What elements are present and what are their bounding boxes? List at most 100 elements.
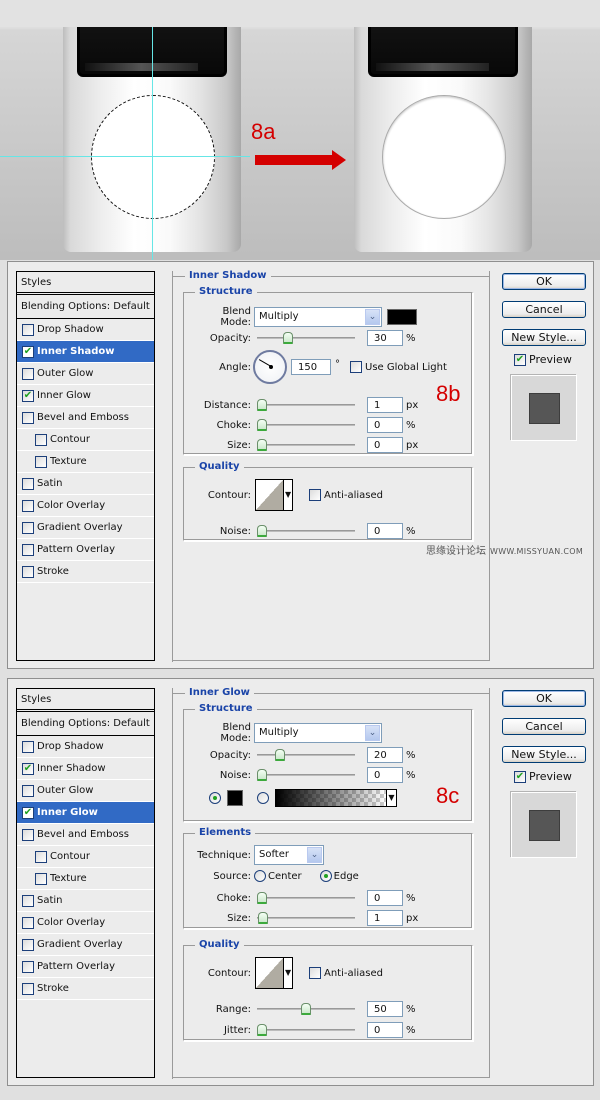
style-checkbox[interactable] — [22, 938, 34, 951]
style-item-pattern-overlay[interactable]: Pattern Overlay — [17, 956, 154, 978]
size-slider[interactable] — [257, 439, 355, 451]
style-checkbox[interactable] — [35, 433, 47, 446]
jitter-input[interactable]: 0 — [367, 1022, 403, 1038]
style-item-pattern-overlay[interactable]: Pattern Overlay — [17, 539, 154, 561]
distance-slider[interactable] — [257, 399, 355, 411]
style-item-drop-shadow[interactable]: Drop Shadow — [17, 736, 154, 758]
blend-mode-select[interactable]: Multiply ⌄ — [254, 723, 382, 743]
cancel-button[interactable]: Cancel — [502, 301, 586, 318]
blending-options-item[interactable]: Blending Options: Default — [17, 295, 154, 319]
style-checkbox[interactable]: ✔ — [22, 389, 34, 402]
angle-dial[interactable] — [253, 350, 287, 384]
slider-thumb[interactable] — [257, 439, 267, 451]
cancel-button[interactable]: Cancel — [502, 718, 586, 735]
slider-thumb[interactable] — [257, 525, 267, 537]
style-checkbox[interactable] — [22, 411, 34, 424]
style-checkbox[interactable] — [22, 543, 34, 556]
blending-options-item[interactable]: Blending Options: Default — [17, 712, 154, 736]
choke-slider[interactable] — [257, 892, 355, 904]
style-item-contour[interactable]: Contour — [17, 429, 154, 451]
range-slider[interactable] — [257, 1003, 355, 1015]
noise-input[interactable]: 0 — [367, 767, 403, 783]
style-item-bevel-and-emboss[interactable]: Bevel and Emboss — [17, 407, 154, 429]
style-checkbox[interactable] — [35, 872, 47, 885]
style-checkbox[interactable]: ✔ — [22, 806, 34, 819]
glow-color-swatch[interactable] — [227, 790, 243, 806]
slider-thumb[interactable] — [257, 1024, 267, 1036]
contour-picker[interactable]: ▼ — [255, 479, 293, 511]
glow-gradient-picker[interactable]: ▼ — [275, 789, 397, 807]
style-item-stroke[interactable]: Stroke — [17, 978, 154, 1000]
new-style-button[interactable]: New Style... — [502, 329, 586, 346]
style-checkbox[interactable] — [35, 455, 47, 468]
style-item-inner-glow[interactable]: ✔ Inner Glow — [17, 385, 154, 407]
choke-slider[interactable] — [257, 419, 355, 431]
noise-slider[interactable] — [257, 769, 355, 781]
style-item-outer-glow[interactable]: Outer Glow — [17, 363, 154, 385]
style-checkbox[interactable] — [22, 784, 34, 797]
style-item-contour[interactable]: Contour — [17, 846, 154, 868]
slider-thumb[interactable] — [257, 769, 267, 781]
slider-thumb[interactable] — [283, 332, 294, 344]
opacity-input[interactable]: 30 — [367, 330, 403, 346]
technique-select[interactable]: Softer ⌄ — [254, 845, 324, 865]
slider-thumb[interactable] — [257, 399, 267, 411]
ok-button[interactable]: OK — [502, 690, 586, 707]
styles-header[interactable]: Styles — [17, 272, 154, 295]
preview-checkbox[interactable]: ✔ — [514, 353, 526, 366]
style-item-outer-glow[interactable]: Outer Glow — [17, 780, 154, 802]
style-item-color-overlay[interactable]: Color Overlay — [17, 912, 154, 934]
style-item-inner-shadow[interactable]: ✔ Inner Shadow — [17, 341, 154, 363]
opacity-slider[interactable] — [257, 332, 355, 344]
style-checkbox[interactable]: ✔ — [22, 762, 34, 775]
style-item-gradient-overlay[interactable]: Gradient Overlay — [17, 517, 154, 539]
style-checkbox[interactable] — [22, 828, 34, 841]
new-style-button[interactable]: New Style... — [502, 746, 586, 763]
slider-thumb[interactable] — [274, 749, 285, 761]
style-checkbox[interactable] — [22, 367, 34, 380]
jitter-slider[interactable] — [257, 1024, 355, 1036]
size-input[interactable]: 1 — [367, 910, 403, 926]
noise-slider[interactable] — [257, 525, 355, 537]
angle-input[interactable]: 150 — [291, 359, 331, 375]
gradient-radio[interactable] — [257, 792, 269, 804]
ok-button[interactable]: OK — [502, 273, 586, 290]
style-checkbox[interactable] — [22, 477, 34, 490]
size-input[interactable]: 0 — [367, 437, 403, 453]
style-item-drop-shadow[interactable]: Drop Shadow — [17, 319, 154, 341]
choke-input[interactable]: 0 — [367, 417, 403, 433]
source-center-radio[interactable] — [254, 870, 266, 882]
choke-input[interactable]: 0 — [367, 890, 403, 906]
distance-input[interactable]: 1 — [367, 397, 403, 413]
style-checkbox[interactable] — [22, 982, 34, 995]
noise-input[interactable]: 0 — [367, 523, 403, 539]
use-global-light-checkbox[interactable] — [350, 361, 362, 373]
style-checkbox[interactable] — [22, 894, 34, 907]
style-checkbox[interactable] — [22, 916, 34, 929]
style-item-stroke[interactable]: Stroke — [17, 561, 154, 583]
opacity-input[interactable]: 20 — [367, 747, 403, 763]
style-checkbox[interactable]: ✔ — [22, 345, 34, 358]
solid-color-radio[interactable] — [209, 792, 221, 804]
slider-thumb[interactable] — [257, 892, 267, 904]
slider-thumb[interactable] — [257, 419, 267, 431]
style-item-texture[interactable]: Texture — [17, 868, 154, 890]
style-item-satin[interactable]: Satin — [17, 473, 154, 495]
range-input[interactable]: 50 — [367, 1001, 403, 1017]
style-checkbox[interactable] — [22, 740, 34, 753]
shadow-color-swatch[interactable] — [387, 309, 417, 325]
style-checkbox[interactable] — [22, 521, 34, 534]
size-slider[interactable] — [257, 912, 355, 924]
style-checkbox[interactable] — [35, 850, 47, 863]
preview-checkbox[interactable]: ✔ — [514, 770, 526, 783]
blend-mode-select[interactable]: Multiply ⌄ — [254, 307, 382, 327]
style-item-color-overlay[interactable]: Color Overlay — [17, 495, 154, 517]
slider-thumb[interactable] — [257, 912, 268, 924]
style-checkbox[interactable] — [22, 323, 34, 336]
style-item-inner-glow[interactable]: ✔ Inner Glow — [17, 802, 154, 824]
styles-header[interactable]: Styles — [17, 689, 154, 712]
style-item-bevel-and-emboss[interactable]: Bevel and Emboss — [17, 824, 154, 846]
anti-aliased-checkbox[interactable] — [309, 489, 321, 501]
contour-picker[interactable]: ▼ — [255, 957, 293, 989]
style-checkbox[interactable] — [22, 499, 34, 512]
